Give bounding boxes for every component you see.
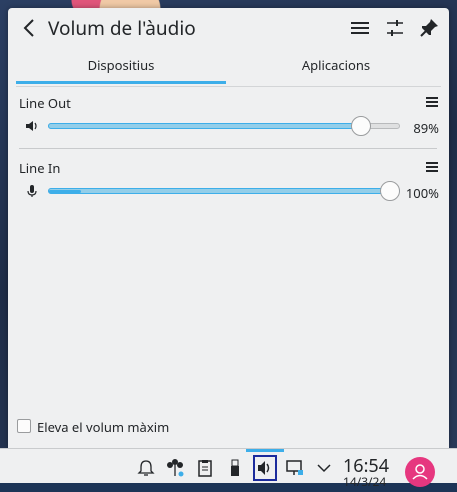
device-menu-icon[interactable] — [425, 95, 439, 109]
tab-separator — [16, 86, 441, 87]
tab-applications[interactable]: Aplicacions — [231, 56, 441, 86]
display-icon[interactable] — [284, 457, 306, 479]
volume-slider[interactable] — [48, 181, 400, 201]
clipboard-icon[interactable] — [194, 457, 216, 479]
tab-label: Dispositius — [87, 56, 155, 74]
raise-max-volume-label: Eleva el volum màxim — [37, 418, 170, 436]
device-name: Line Out — [19, 94, 71, 112]
volume-slider[interactable] — [48, 116, 400, 136]
device-menu-icon[interactable] — [425, 160, 439, 174]
volume-percent: 89% — [413, 119, 439, 137]
audio-volume-popup: Volum de l'àudio Dispositius Aplicacions… — [8, 8, 449, 448]
hamburger-menu-icon[interactable] — [348, 16, 372, 40]
volume-percent: 100% — [405, 184, 439, 202]
tab-devices[interactable]: Dispositius — [16, 56, 226, 86]
taskbar: 16:54 14/3/24 — [0, 448, 457, 488]
pin-icon[interactable] — [417, 16, 441, 40]
device-line-in: Line In 100% — [19, 159, 439, 209]
expand-tray-icon[interactable] — [313, 457, 335, 479]
tab-label: Aplicacions — [301, 56, 371, 74]
notifications-icon[interactable] — [135, 457, 157, 479]
device-divider — [19, 148, 437, 149]
device-name: Line In — [19, 159, 61, 177]
slider-handle[interactable] — [351, 116, 371, 136]
microphone-icon[interactable] — [25, 184, 39, 198]
device-line-out: Line Out 89% — [19, 94, 439, 144]
tab-bar: Dispositius Aplicacions — [16, 56, 441, 87]
raise-max-volume-checkbox[interactable] — [17, 419, 31, 433]
speaker-icon[interactable] — [25, 119, 39, 133]
slider-fill — [48, 123, 361, 129]
configure-icon[interactable] — [383, 16, 407, 40]
slider-handle[interactable] — [380, 181, 400, 201]
peak-meter — [49, 190, 81, 193]
active-indicator — [246, 449, 284, 452]
popup-title: Volum de l'àudio — [48, 15, 196, 41]
back-arrow-icon[interactable] — [20, 16, 38, 40]
slider-fill — [48, 188, 400, 194]
clock-date[interactable]: 14/3/24 — [343, 476, 386, 488]
network-icon[interactable] — [164, 457, 186, 479]
volume-icon[interactable] — [254, 457, 276, 479]
popup-header: Volum de l'àudio — [8, 8, 449, 48]
removable-device-icon[interactable] — [224, 457, 246, 479]
